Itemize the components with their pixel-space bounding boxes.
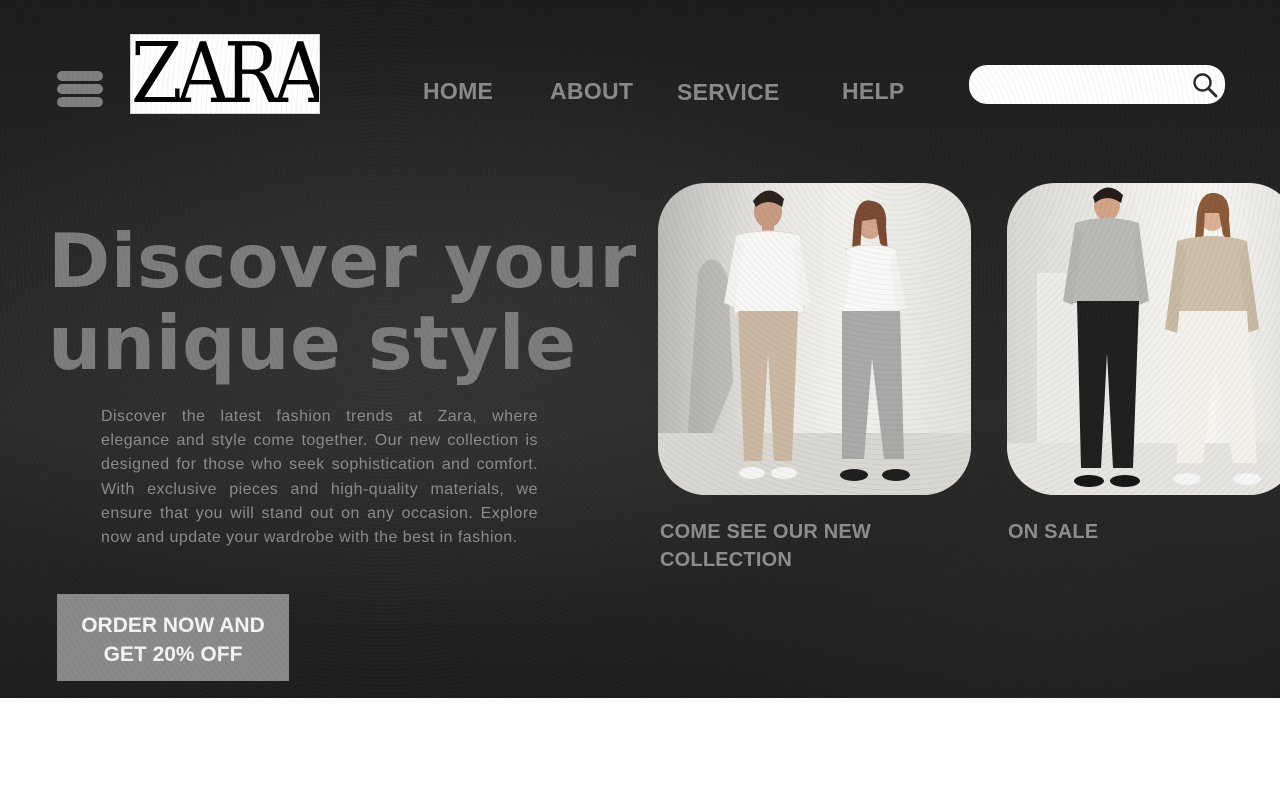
- nav-about[interactable]: ABOUT: [550, 78, 633, 105]
- new-collection-link[interactable]: COME SEE OUR NEW COLLECTION: [660, 518, 920, 574]
- search-bar: [969, 65, 1225, 104]
- on-sale-link[interactable]: ON SALE: [1008, 518, 1098, 546]
- new-collection-illustration: [658, 190, 971, 495]
- headline-line-2: unique style: [48, 299, 577, 387]
- hero-section: ZARA HOME ABOUT SERVICE HELP Discover yo…: [0, 0, 1280, 698]
- headline-line-1: Discover your: [48, 217, 637, 305]
- on-sale-image[interactable]: [1007, 183, 1280, 495]
- on-sale-illustration: [1007, 187, 1280, 495]
- logo-text: ZARA: [131, 34, 320, 114]
- hamburger-menu-icon[interactable]: [57, 71, 103, 107]
- hero-description: Discover the latest fashion trends at Za…: [101, 408, 538, 547]
- nav-help[interactable]: HELP: [842, 78, 905, 105]
- order-now-button[interactable]: ORDER NOW AND GET 20% OFF: [57, 594, 289, 681]
- new-collection-image[interactable]: [658, 183, 971, 495]
- search-input[interactable]: [983, 65, 1183, 104]
- search-icon[interactable]: [1192, 72, 1218, 98]
- nav-service[interactable]: SERVICE: [677, 79, 780, 106]
- menu-bar: [57, 71, 103, 81]
- menu-bar: [57, 84, 103, 94]
- zara-logo[interactable]: ZARA: [130, 34, 320, 114]
- nav-home[interactable]: HOME: [423, 78, 493, 105]
- menu-bar: [57, 97, 103, 107]
- hero-headline: Discover your unique style: [48, 217, 637, 387]
